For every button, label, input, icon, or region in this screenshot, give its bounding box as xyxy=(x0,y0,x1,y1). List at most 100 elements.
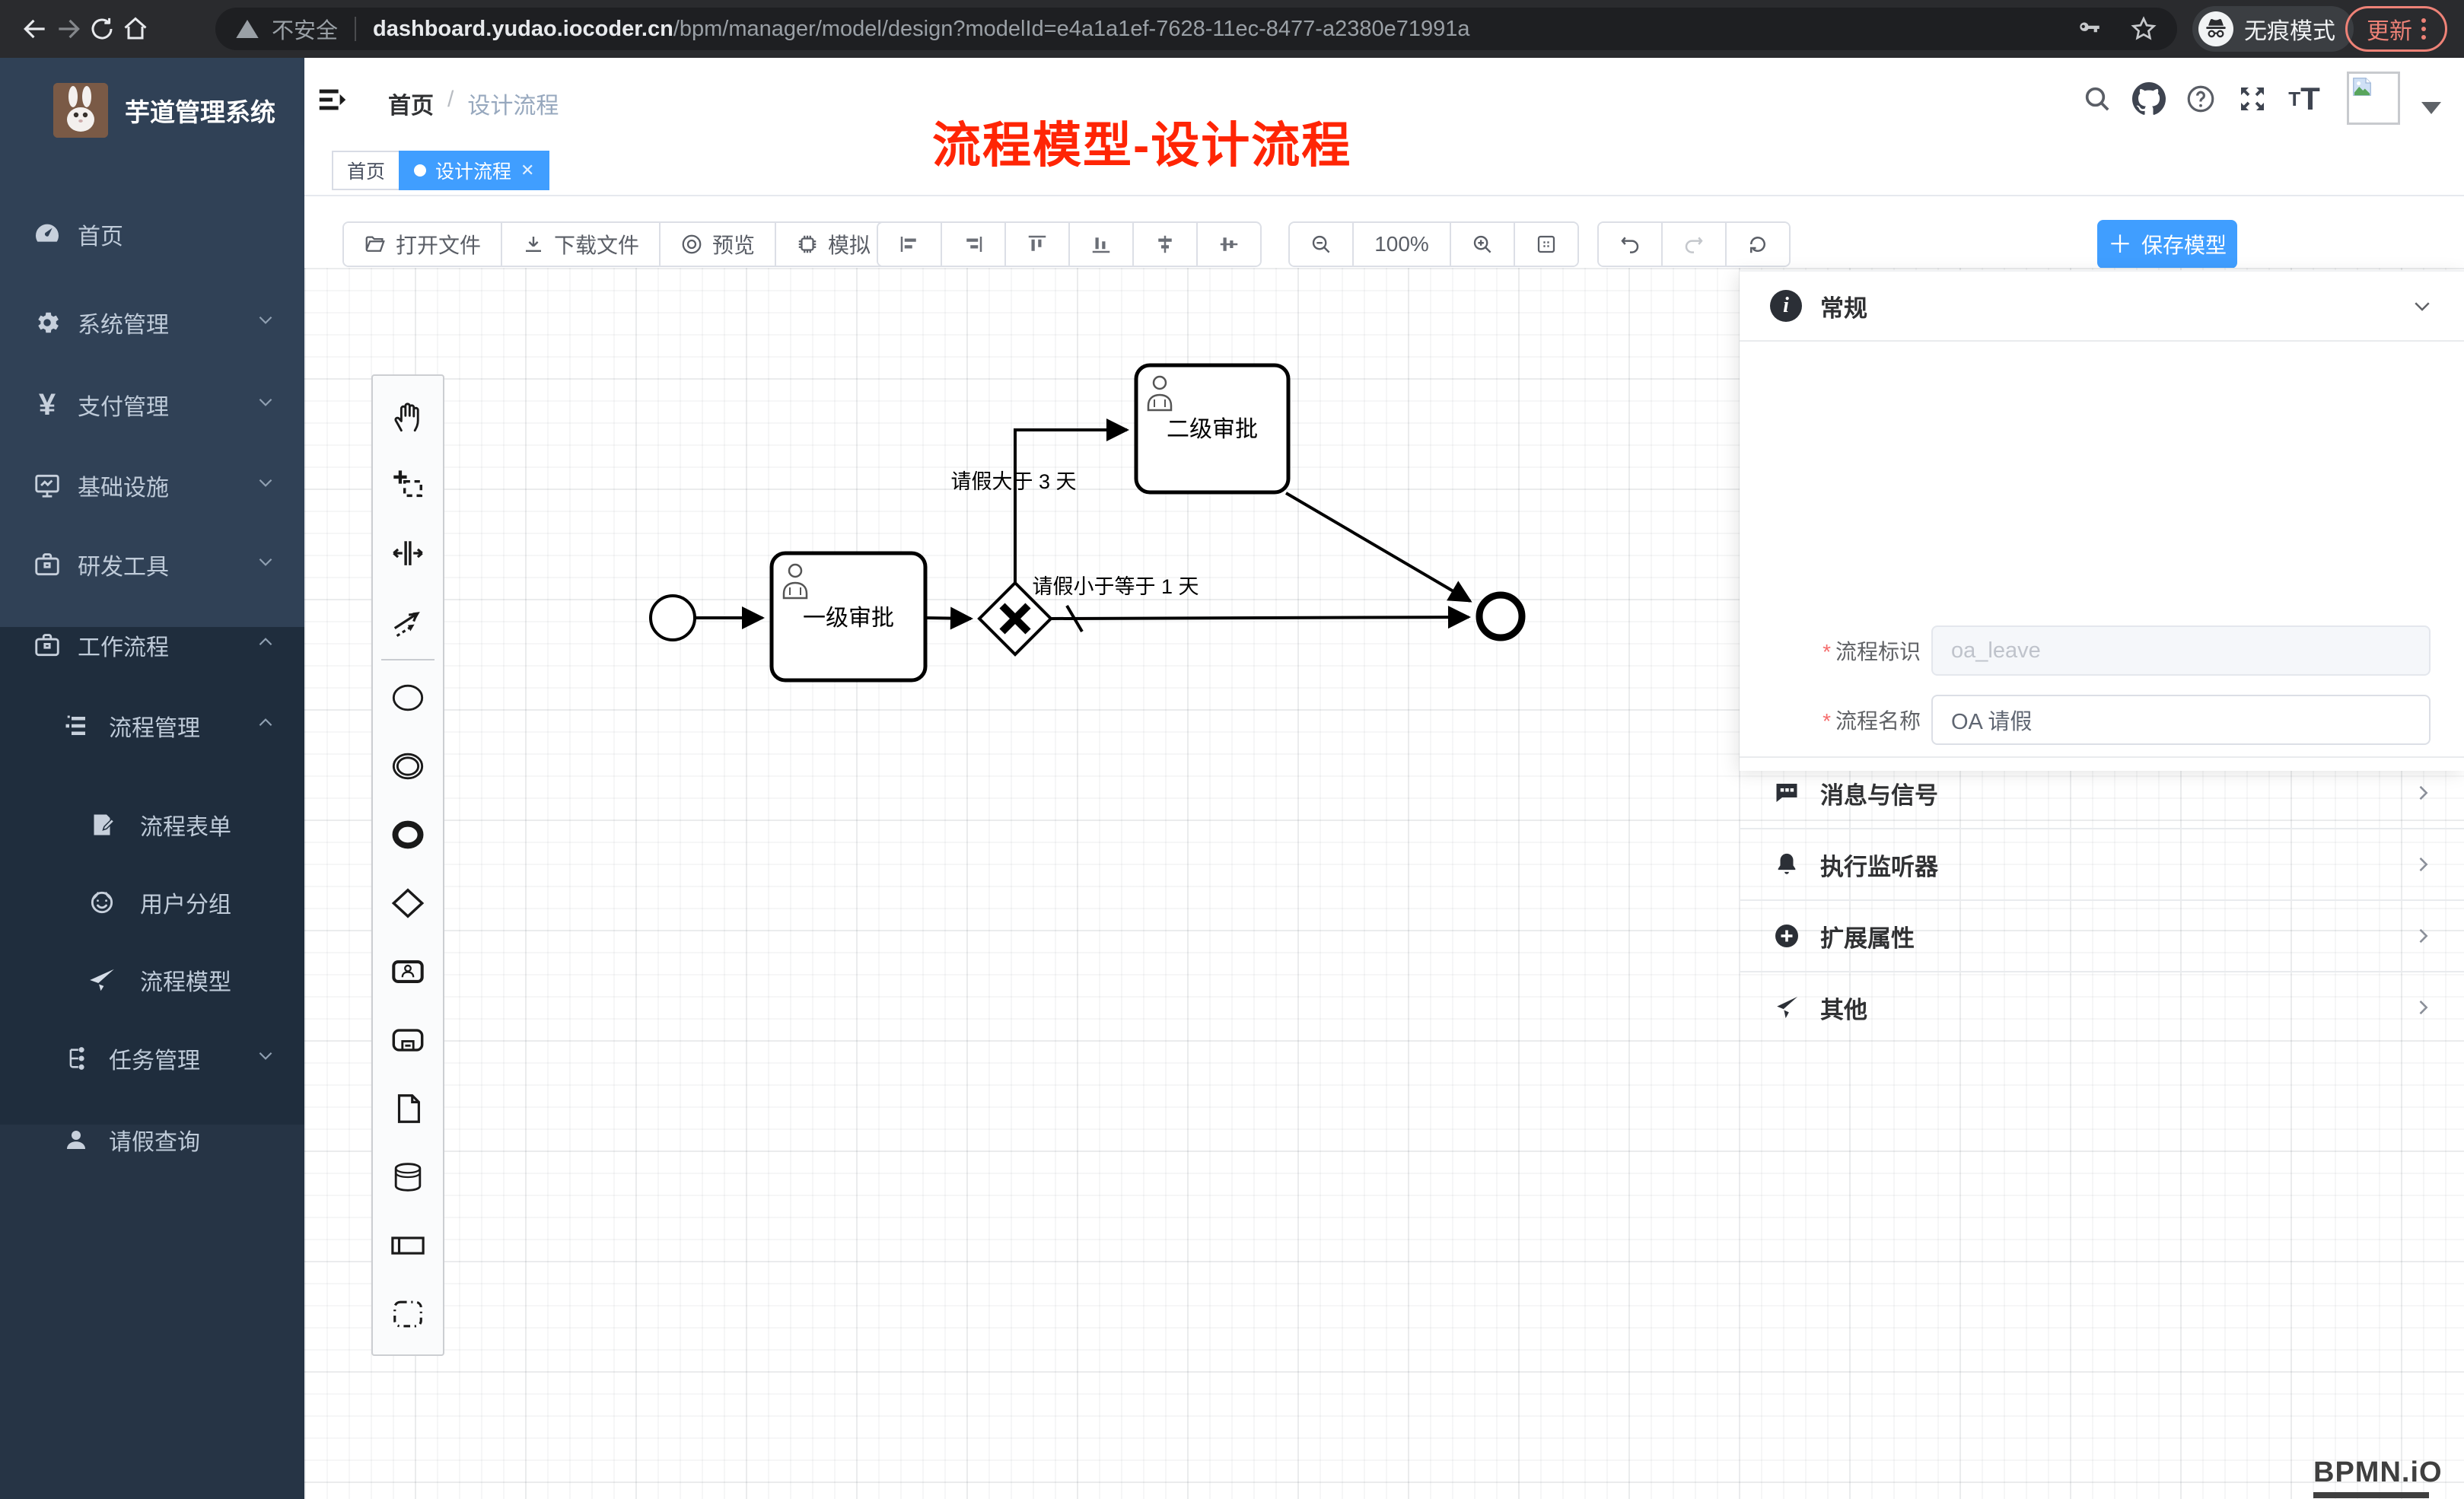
chevron-down-icon xyxy=(256,310,275,336)
fullscreen-icon[interactable] xyxy=(2231,78,2274,120)
zoom-level: 100% xyxy=(1354,223,1451,266)
fontsize-icon[interactable]: TT xyxy=(2283,78,2326,120)
app-logo-row[interactable]: 芋道管理系统 xyxy=(0,68,304,152)
process-key-input[interactable] xyxy=(1931,625,2431,676)
flow-task2-to-end[interactable] xyxy=(1286,493,1470,601)
app-title: 芋道管理系统 xyxy=(125,92,275,129)
align-center-button[interactable] xyxy=(1134,223,1198,266)
update-button[interactable]: 更新 xyxy=(2345,6,2447,52)
chevron-up-icon xyxy=(256,713,275,739)
zoom-in-button[interactable] xyxy=(1451,223,1515,266)
address-bar[interactable]: 不安全 dashboard.yudao.iocoder.cn/bpm/manag… xyxy=(215,8,2177,50)
properties-panel: i 常规 *流程标识 *流程名称 消息与信号 执行监听器 扩展属性 其他 xyxy=(1740,270,2464,771)
back-icon[interactable] xyxy=(18,12,52,46)
user-task-level1[interactable]: 一级审批 xyxy=(772,553,925,680)
update-label: 更新 xyxy=(2367,12,2412,46)
section-general[interactable]: i 常规 xyxy=(1740,272,2464,342)
file-button-group: 打开文件 下载文件 预览 模拟 xyxy=(342,221,892,267)
zoom-out-button[interactable] xyxy=(1290,223,1354,266)
breadcrumb-home[interactable]: 首页 xyxy=(388,87,434,120)
align-left-button[interactable] xyxy=(878,223,942,266)
tag-design-process[interactable]: 设计流程 ✕ xyxy=(399,151,549,190)
monitor-icon xyxy=(30,469,64,502)
tree-list-icon xyxy=(59,709,93,743)
sidebar-item-process-model[interactable]: 流程模型 xyxy=(0,940,304,1020)
zoom-button-group: 100% xyxy=(1288,221,1579,267)
chevron-right-icon xyxy=(2412,925,2434,947)
bpmn-io-watermark[interactable]: BPMN.iO xyxy=(2313,1456,2443,1498)
home-icon[interactable] xyxy=(119,12,152,46)
flow-task1-to-gateway[interactable] xyxy=(925,618,971,619)
start-event[interactable] xyxy=(651,596,695,640)
chevron-down-icon xyxy=(2411,294,2434,317)
edge-label-le1[interactable]: 请假小于等于 1 天 xyxy=(1032,575,1199,598)
restart-button[interactable] xyxy=(1727,223,1789,266)
flow-gateway-to-task2[interactable] xyxy=(1015,430,1127,584)
plus-circle-icon xyxy=(1770,922,1803,950)
align-button-group xyxy=(877,221,1262,267)
send-icon xyxy=(1770,995,1803,1020)
reload-icon[interactable] xyxy=(85,12,119,46)
end-event[interactable] xyxy=(1479,595,1522,638)
key-icon[interactable] xyxy=(2077,16,2103,42)
sidebar-item-task-mgmt[interactable]: 任务管理 xyxy=(0,1019,304,1098)
breadcrumb-current: 设计流程 xyxy=(467,87,559,120)
plus-icon: ＋ xyxy=(2108,232,2132,256)
section-execution-listener[interactable]: 执行监听器 xyxy=(1740,828,2464,899)
caret-down-icon[interactable] xyxy=(2421,102,2441,114)
sidebar-item-devtools[interactable]: 研发工具 xyxy=(0,525,304,604)
gear-icon xyxy=(30,306,64,339)
flow-gateway-to-end[interactable] xyxy=(1050,617,1469,619)
close-icon[interactable]: ✕ xyxy=(520,161,534,180)
fit-viewport-button[interactable] xyxy=(1515,223,1577,266)
toolbox-icon xyxy=(30,548,64,581)
chevron-down-icon xyxy=(256,552,275,578)
user-icon xyxy=(59,1123,93,1157)
section-other[interactable]: 其他 xyxy=(1740,971,2464,1042)
star-icon[interactable] xyxy=(2130,15,2157,43)
forward-icon[interactable] xyxy=(52,12,85,46)
incognito-label: 无痕模式 xyxy=(2244,12,2335,46)
simulate-button[interactable]: 模拟 xyxy=(776,223,890,266)
sidebar-item-home[interactable]: 首页 xyxy=(0,195,304,274)
github-icon[interactable] xyxy=(2128,78,2170,120)
process-name-input[interactable] xyxy=(1931,695,2431,745)
user-task-level2[interactable]: 二级审批 xyxy=(1136,365,1288,492)
more-icon[interactable] xyxy=(2421,18,2426,40)
search-icon[interactable] xyxy=(2076,78,2119,120)
sidebar-item-payment[interactable]: ¥ 支付管理 xyxy=(0,365,304,444)
edge-label-gt3[interactable]: 请假大于 3 天 xyxy=(950,470,1076,493)
security-label: 不安全 xyxy=(272,13,338,45)
save-model-button[interactable]: ＋ 保存模型 xyxy=(2097,220,2237,269)
app-logo xyxy=(53,83,108,138)
preview-button[interactable]: 预览 xyxy=(661,223,776,266)
section-message-signal[interactable]: 消息与信号 xyxy=(1740,756,2464,828)
download-file-button[interactable]: 下载文件 xyxy=(502,223,661,266)
align-middle-button[interactable] xyxy=(1198,223,1260,266)
align-bottom-button[interactable] xyxy=(1070,223,1134,266)
chevron-down-icon xyxy=(256,392,275,418)
toolbox-icon xyxy=(30,629,64,662)
help-icon[interactable] xyxy=(2179,78,2222,120)
sidebar-item-process-form[interactable]: 流程表单 xyxy=(0,785,304,864)
sidebar-item-process-mgmt[interactable]: 流程管理 xyxy=(0,686,304,765)
align-top-button[interactable] xyxy=(1006,223,1070,266)
tree-icon xyxy=(59,1042,93,1075)
avatar[interactable] xyxy=(2347,72,2400,125)
sidebar-item-system[interactable]: 系统管理 xyxy=(0,283,304,362)
sidebar-item-infra[interactable]: 基础设施 xyxy=(0,446,304,525)
sidebar-item-user-group[interactable]: 用户分组 xyxy=(0,863,304,942)
tag-home[interactable]: 首页 xyxy=(332,151,400,190)
process-key-row: *流程标识 xyxy=(1740,625,2464,676)
users-icon xyxy=(85,886,119,919)
hamburger-icon[interactable] xyxy=(315,82,350,121)
sidebar-item-leave-query[interactable]: 请假查询 xyxy=(0,1100,304,1179)
undo-button[interactable] xyxy=(1599,223,1663,266)
sidebar-item-workflow[interactable]: 工作流程 xyxy=(0,606,304,685)
url-path: /bpm/manager/model/design?modelId=e4a1a1… xyxy=(673,17,1470,42)
redo-button[interactable] xyxy=(1663,223,1727,266)
align-right-button[interactable] xyxy=(942,223,1006,266)
incognito-badge: 无痕模式 xyxy=(2192,6,2354,52)
section-extended-attributes[interactable]: 扩展属性 xyxy=(1740,899,2464,971)
open-file-button[interactable]: 打开文件 xyxy=(344,223,502,266)
